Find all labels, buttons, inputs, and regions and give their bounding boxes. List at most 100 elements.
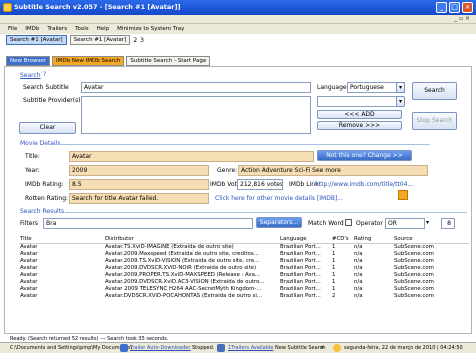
table-row[interactable]: Avatar Avatar.TS.XviD-IMAGiNE (Extraida d… <box>19 243 469 250</box>
search-subtitle-input[interactable]: Avatar <box>81 82 311 93</box>
tab-new-browser[interactable]: New Browser <box>6 56 51 66</box>
title-label: Title: <box>25 153 40 160</box>
table-cell: Avatar.2009.TS.XviD-VISION (Extraida de … <box>105 257 260 264</box>
menu-imdb[interactable]: IMDb <box>25 24 39 34</box>
datetime-text: segunda-feira, 22 de março de 2010 | 04:… <box>344 345 463 351</box>
menu-trailers[interactable]: Trailers <box>47 24 67 34</box>
chevron-down-icon[interactable]: ▾ <box>426 219 429 226</box>
tab-2[interactable]: 2 <box>133 37 137 44</box>
table-row[interactable]: Avatar Avatar.2009.Maxspeed (Extraida de … <box>19 250 469 257</box>
table-cell: Brazilian Port... <box>280 278 321 285</box>
table-cell: SubScene.com <box>394 257 434 264</box>
table-cell: Avatar.2009.Maxspeed (Extraida de outro … <box>105 250 259 257</box>
clear-button[interactable]: Clear <box>19 122 76 134</box>
rotten-rating-label: Rotten Rating: <box>25 195 69 202</box>
language-value: Portuguese <box>350 84 384 91</box>
maximize-icon[interactable]: □ <box>449 2 460 13</box>
table-row[interactable]: Avatar Avatar.2009.DVDSCR.XviD.AC3-VISION… <box>19 278 469 285</box>
close-icon[interactable]: × <box>462 2 473 13</box>
table-cell: Avatar <box>20 257 38 264</box>
col-cds[interactable]: #CD's <box>331 235 353 244</box>
menu-tools[interactable]: Tools <box>75 24 89 34</box>
trailer-icon <box>120 343 128 354</box>
col-source[interactable]: Source <box>393 235 469 244</box>
year-field: 2009 <box>69 165 209 176</box>
search-button[interactable]: Search <box>412 82 457 100</box>
table-cell: n/a <box>354 278 363 285</box>
table-cell: n/a <box>354 250 363 257</box>
add-provider-button[interactable]: <<< ADD <box>317 110 402 119</box>
menu-help[interactable]: Help <box>97 24 110 34</box>
table-cell: n/a <box>354 292 363 299</box>
table-cell: SubScene.com <box>394 250 434 257</box>
table-cell: n/a <box>354 271 363 278</box>
stop-search-button[interactable]: Stop Search <box>412 112 457 130</box>
table-header: Title Distributor Language #CD's Rating … <box>19 235 469 244</box>
provider-select[interactable] <box>317 96 402 107</box>
status-bar: C:\Documents and Settings\pmp\My Documen… <box>0 342 476 353</box>
col-title[interactable]: Title <box>19 235 104 244</box>
rotten-rating-field: Search for title Avatar failed. <box>69 193 209 204</box>
table-cell: 1 <box>332 278 336 285</box>
table-cell: 1 <box>332 285 336 292</box>
provider-list[interactable] <box>81 96 311 134</box>
genre-label: Genre: <box>217 167 238 174</box>
imdb-details-link[interactable]: Click here for other movie details [IMDB… <box>215 195 343 202</box>
match-word-label: Match Word <box>308 220 344 227</box>
table-cell: SubScene.com <box>394 292 434 299</box>
table-row[interactable]: Avatar Avatar.DVDSCR.XViD-POCAHONTAS (Ext… <box>19 292 469 299</box>
imdb-link[interactable]: http://www.imdb.com/title/tt04... <box>315 181 427 188</box>
imdb-rating-label: IMDb Rating: <box>25 181 64 188</box>
col-language[interactable]: Language <box>279 235 331 244</box>
chevron-down-icon[interactable]: ▾ <box>396 82 405 93</box>
imdb-rating-field: 8.5 <box>69 179 209 190</box>
filters-label: Filters <box>20 220 38 227</box>
new-subtitle-search[interactable]: New Subtitle Search <box>275 343 326 354</box>
trailer-downloader-link[interactable]: Trailer Auto-Downloader <box>130 343 190 354</box>
table-cell: Avatar.2009.DVDSCR.XViD-NOiR (Extraida d… <box>105 264 257 271</box>
operator-select[interactable]: OR <box>385 218 425 229</box>
table-row[interactable]: Avatar Avatar.2009.TS.XviD-VISION (Extrai… <box>19 257 469 264</box>
chevron-down-icon[interactable]: ▾ <box>396 96 405 107</box>
table-row[interactable]: Avatar Avatar 2009 TELESYNC H264 AAC-Secr… <box>19 285 469 292</box>
table-cell: Avatar.2009.DVDSCR.XviD.AC3-VISION (Extr… <box>105 278 265 285</box>
table-cell: Avatar <box>20 271 38 278</box>
table-row[interactable]: Avatar Avatar.2009.DVDSCR.XViD-NOiR (Extr… <box>19 264 469 271</box>
play-trailer-icon[interactable] <box>398 190 408 200</box>
app-icon <box>3 3 12 12</box>
mdi-controls[interactable]: _ ▫ × <box>454 15 470 22</box>
table-row[interactable]: Avatar Avatar.2009.PROPER.TS.XviD-MAXSPEE… <box>19 271 469 278</box>
path-text: C:\Documents and Settings\pmp\My Documen… <box>10 345 133 351</box>
tab-3[interactable]: 3 <box>140 37 144 44</box>
minimize-icon[interactable]: _ <box>436 2 447 13</box>
tab-new-imdb-search[interactable]: IMDb New IMDb Search <box>52 56 125 66</box>
table-cell: SubScene.com <box>394 243 434 250</box>
tab-search-1-alt[interactable]: Search #1 [Avatar] <box>69 35 131 45</box>
divider <box>55 144 430 145</box>
change-movie-button[interactable]: Not this one? Change >> <box>317 150 412 161</box>
window-controls: _ □ × <box>436 2 473 13</box>
table-cell: 1 <box>332 250 336 257</box>
col-distributor[interactable]: Distributor <box>104 235 279 244</box>
table-cell: Avatar <box>20 292 38 299</box>
tab-search-1[interactable]: Search #1 [Avatar] <box>6 35 67 45</box>
divider <box>65 212 467 213</box>
main-panel: Search ? Search Subtitle Avatar Language… <box>4 66 472 334</box>
remove-provider-button[interactable]: Remove >>> <box>317 121 402 130</box>
filters-input[interactable]: Bra <box>43 218 253 229</box>
menu-bar: File IMDb Trailers Tools Help Minimize t… <box>0 24 476 34</box>
table-cell: Brazilian Port... <box>280 257 321 264</box>
col-rating[interactable]: Rating <box>353 235 393 244</box>
menu-file[interactable]: File <box>8 24 17 34</box>
help-icon[interactable]: ? <box>43 71 46 78</box>
match-word-checkbox[interactable] <box>345 219 352 226</box>
search-tabs: Search #1 [Avatar] Search #1 [Avatar] 2 … <box>6 35 144 45</box>
chevron-down-icon[interactable]: ▾ <box>321 343 324 354</box>
menu-minimize-tray[interactable]: Minimize to System Tray <box>117 24 184 34</box>
table-cell: Brazilian Port... <box>280 285 321 292</box>
language-label: Language <box>317 84 347 91</box>
separators-button[interactable]: Separators... <box>256 217 302 228</box>
trailers-available-link[interactable]: 1Trailers Available <box>228 343 273 354</box>
imdb-votes-field: 212,816 votes <box>237 179 283 190</box>
tab-start-page[interactable]: Subtitle Search - Start Page <box>126 56 211 66</box>
